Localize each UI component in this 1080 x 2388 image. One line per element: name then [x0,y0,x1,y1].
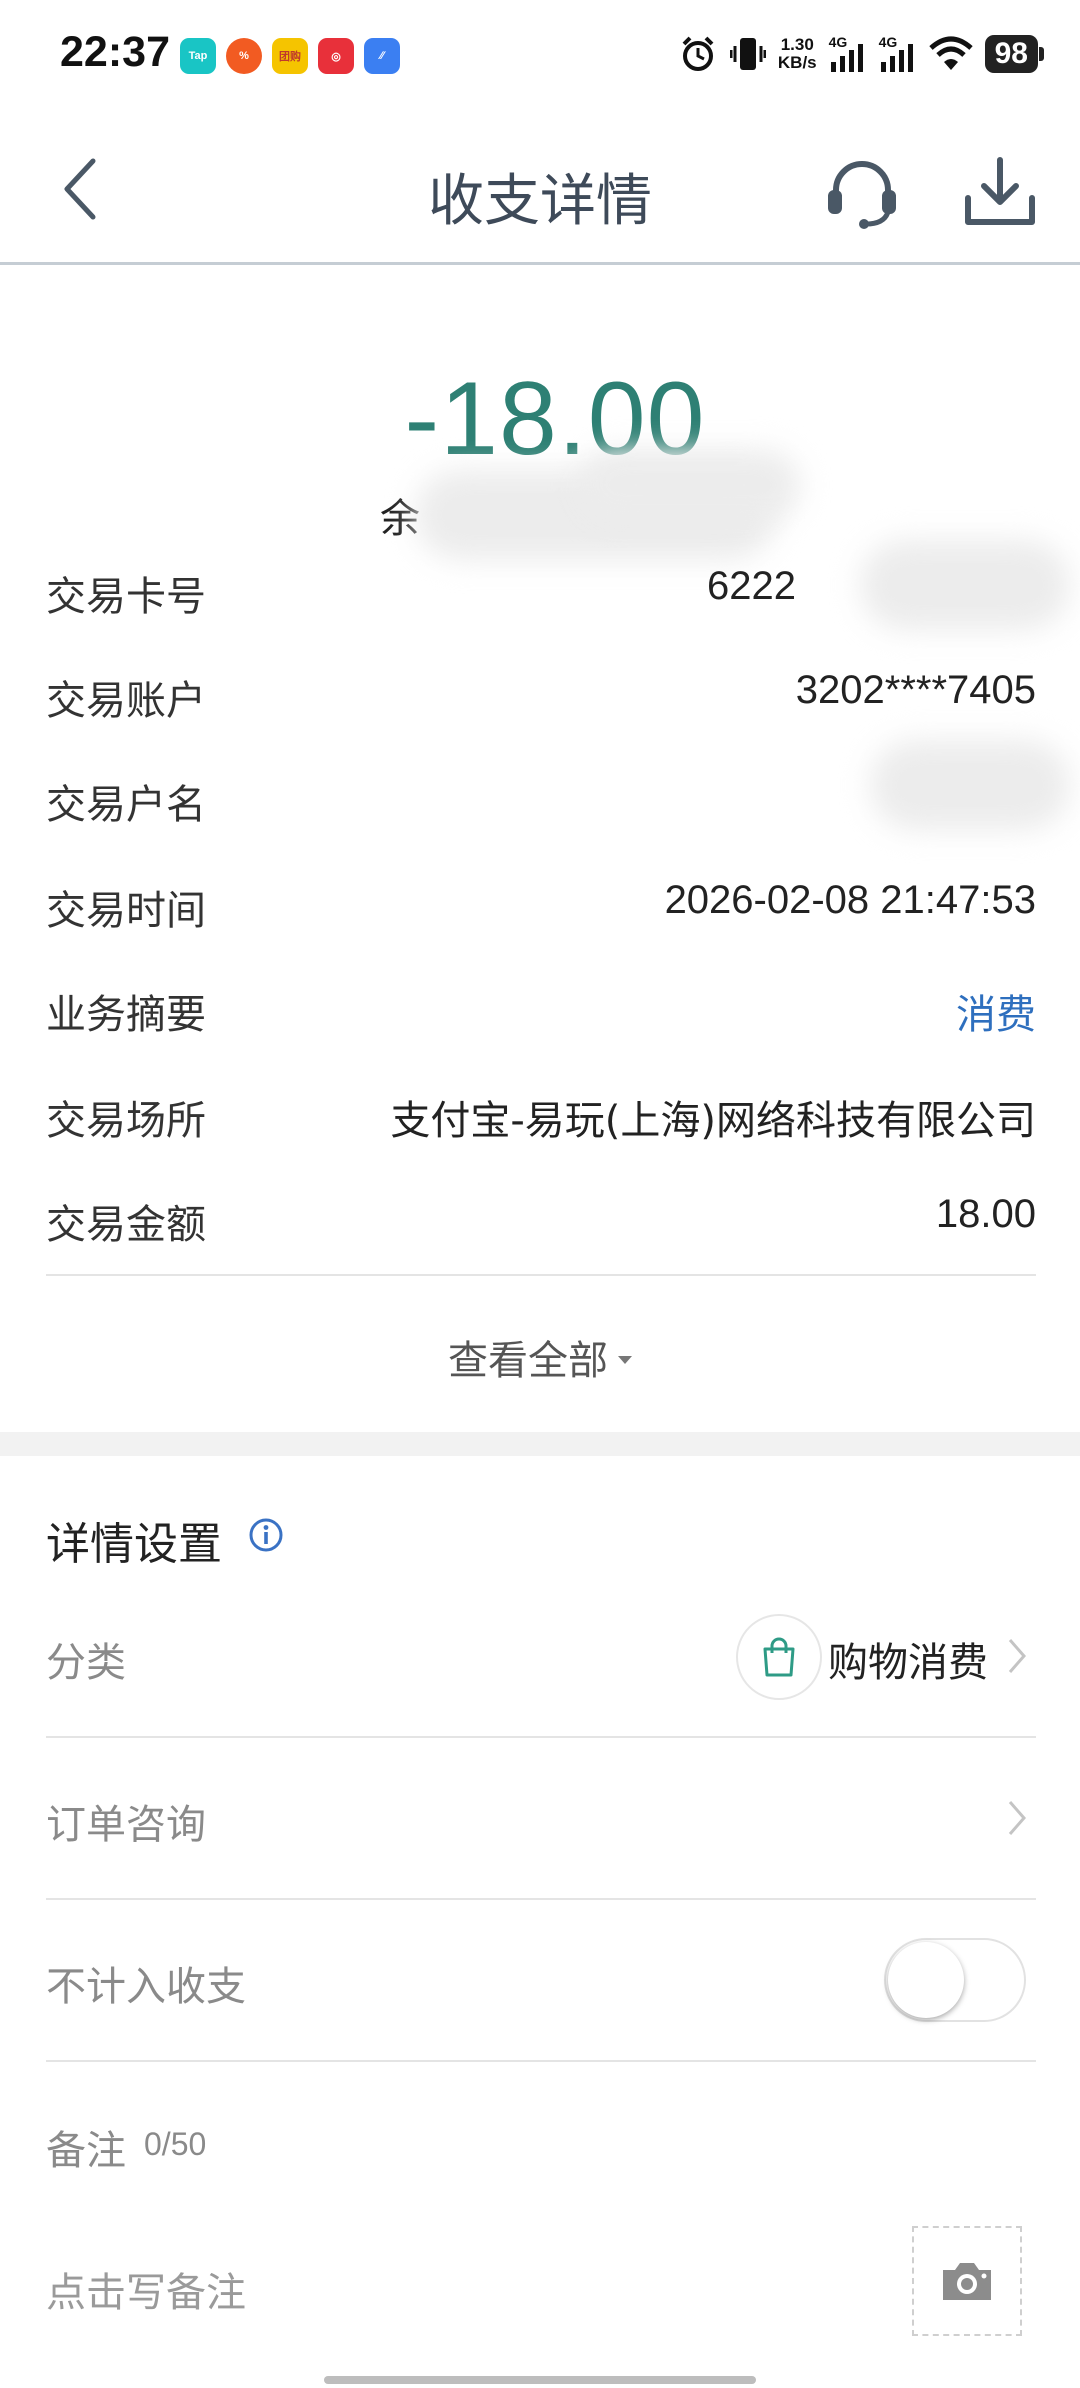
add-photo-button[interactable] [912,2226,1022,2336]
detail-label: 交易场所 [46,1098,206,1144]
notification-icons: Tap % 团购 ◎ ∕∕ [180,38,400,74]
netease-music-app-icon: ◎ [318,38,354,74]
detail-label: 交易户名 [46,782,206,828]
detail-label: 交易金额 [46,1202,206,1248]
section-separator [0,1432,1080,1456]
shopping-category-icon [736,1614,822,1700]
detail-label: 业务摘要 [46,992,206,1038]
divider [46,1898,1036,1900]
signal-icon: 4G [829,34,867,74]
status-bar: 22:37 Tap % 团购 ◎ ∕∕ 1.30 KB/s 4G 4G 98 [0,0,1080,118]
divider [46,2060,1036,2062]
detail-row-summary: 业务摘要 消费 [46,982,1036,1042]
divider [46,1736,1036,1738]
caret-down-icon [618,1356,632,1364]
card-number-value: 6222 [707,564,796,608]
page-title: 收支详情 [428,169,652,234]
discount-app-icon: % [226,38,262,74]
balance-label: 余 [380,496,420,542]
signal-icon: 4G [879,34,917,74]
category-label: 分类 [46,1640,126,1686]
amount-value: 18.00 [935,1192,1036,1236]
taptap-app-icon: Tap [180,38,216,74]
alarm-icon [682,36,714,71]
battery-indicator: 98 [984,35,1045,73]
status-time: 22:37 [60,28,170,76]
detail-label: 交易时间 [46,888,206,934]
toggle-knob [888,1942,964,2018]
summary-link[interactable]: 消费 [956,982,1036,1040]
section-title: 详情设置 [46,1519,222,1570]
detail-label: 交易卡号 [46,574,206,620]
download-icon [965,157,1035,225]
category-value: 购物消费 [828,1640,988,1686]
chevron-right-icon [1008,1801,1026,1835]
exclude-toggle[interactable] [884,1938,1026,2022]
view-all-button[interactable]: 查看全部 [0,1328,1080,1386]
network-speed: 1.30 KB/s [777,35,817,72]
headset-icon [828,161,896,229]
customer-service-button[interactable] [822,152,902,232]
detail-row-account: 交易账户 3202****7405 [46,668,1036,728]
order-inquiry-row[interactable]: 订单咨询 [46,1762,1036,1872]
note-input[interactable]: 点击写备注 [46,2260,246,2318]
order-inquiry-label: 订单咨询 [46,1802,206,1848]
redaction-mask [870,740,1070,830]
merchant-value: 支付宝-易玩(上海)网络科技有限公司 [390,1098,1036,1144]
wifi-icon [928,36,973,70]
shopping-bag-icon [763,1637,795,1677]
info-icon[interactable] [248,1517,284,1553]
vibrate-icon [729,38,766,70]
chevron-right-icon [1008,1639,1026,1673]
note-count: 0/50 [144,2126,207,2162]
meituan-app-icon: 团购 [272,38,308,74]
account-value: 3202****7405 [795,668,1036,712]
time-value: 2026-02-08 21:47:53 [664,878,1036,922]
detail-row-amount: 交易金额 18.00 [46,1192,1036,1252]
redaction-mask [580,450,800,520]
divider [46,1274,1036,1276]
note-label: 备注 [46,2128,126,2174]
detail-label: 交易账户 [46,678,206,724]
detail-row-merchant: 交易场所 支付宝-易玩(上海)网络科技有限公司 [46,1088,1036,1148]
home-indicator[interactable] [324,2376,756,2384]
title-bar: 收支详情 [0,118,1080,265]
redaction-mask [860,540,1070,630]
exclude-label: 不计入收支 [46,1964,246,2010]
transaction-amount: -18.00 [404,361,706,477]
download-button[interactable] [960,152,1040,232]
browser-app-icon: ∕∕ [364,38,400,74]
camera-icon [943,2263,991,2300]
detail-row-time: 交易时间 2026-02-08 21:47:53 [46,878,1036,938]
